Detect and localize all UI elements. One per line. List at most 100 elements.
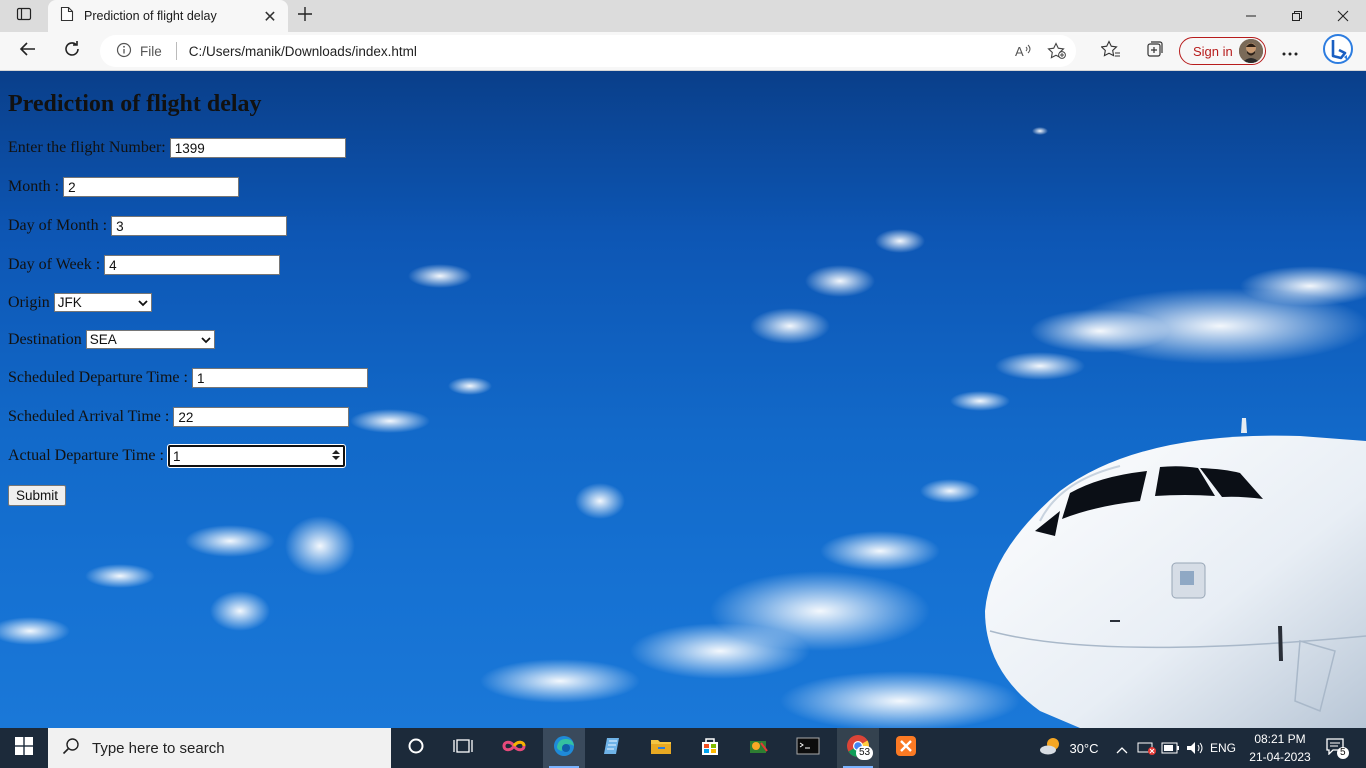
- clock-time: 08:21 PM: [1254, 732, 1306, 746]
- day-of-month-input[interactable]: 3: [111, 216, 288, 236]
- taskbar-app-store[interactable]: [690, 728, 730, 768]
- taskbar-app-edge[interactable]: [543, 728, 585, 768]
- taskbar-app-xampp[interactable]: [886, 728, 926, 768]
- read-aloud-icon[interactable]: A: [1008, 37, 1038, 65]
- scheduled-arrival-row: Scheduled Arrival Time : 22: [8, 407, 350, 427]
- flight-number-row: Enter the flight Number: 1399: [8, 138, 346, 158]
- flight-number-input[interactable]: 1399: [169, 138, 346, 158]
- notification-count: 5: [1337, 747, 1349, 759]
- game-app-icon: [747, 735, 771, 761]
- submit-button[interactable]: Submit: [8, 485, 67, 506]
- collections-button[interactable]: [1140, 37, 1170, 65]
- xampp-icon: [895, 735, 917, 761]
- task-view-button[interactable]: [443, 728, 483, 768]
- destination-label: Destination: [8, 330, 82, 348]
- day-of-week-row: Day of Week : 4: [8, 255, 281, 275]
- weather-widget[interactable]: 30°C: [1036, 728, 1102, 768]
- sign-in-button[interactable]: Sign in: [1179, 37, 1266, 65]
- terminal-icon: [796, 736, 820, 760]
- month-input[interactable]: 2: [63, 177, 240, 197]
- battery-icon[interactable]: [1159, 728, 1183, 768]
- actual-departure-label: Actual Departure Time :: [8, 447, 164, 464]
- taskbar-search[interactable]: Type here to search: [48, 728, 391, 768]
- scheduled-arrival-input[interactable]: 22: [173, 407, 350, 427]
- start-button[interactable]: [0, 728, 48, 768]
- origin-selected-value: JFK: [57, 295, 82, 310]
- taskbar-app-game[interactable]: [739, 728, 779, 768]
- collections-icon: [1146, 40, 1164, 62]
- close-icon[interactable]: ✕: [258, 4, 282, 28]
- network-icon[interactable]: [1135, 728, 1159, 768]
- chevron-down-icon: [201, 332, 211, 347]
- page-icon: [60, 6, 74, 26]
- window-close-button[interactable]: [1320, 0, 1366, 32]
- search-icon: [62, 737, 80, 759]
- window-close-icon: [1337, 7, 1349, 26]
- origin-select[interactable]: JFK: [53, 293, 152, 312]
- favorites-icon: [1100, 40, 1121, 62]
- taskbar-app-notepad[interactable]: [592, 728, 632, 768]
- actual-departure-value: 1: [172, 448, 181, 464]
- volume-icon[interactable]: [1183, 728, 1207, 768]
- favorites-button[interactable]: [1096, 37, 1126, 65]
- tab-title: Prediction of flight delay: [84, 9, 217, 23]
- taskbar-app-file-explorer[interactable]: [641, 728, 681, 768]
- back-button[interactable]: [13, 37, 43, 65]
- notification-center[interactable]: 5: [1320, 728, 1350, 768]
- origin-row: Origin JFK: [8, 293, 152, 312]
- destination-select[interactable]: SEA: [85, 330, 215, 349]
- scheduled-departure-input[interactable]: 1: [191, 368, 368, 388]
- month-row: Month : 2: [8, 177, 240, 197]
- infinity-app-icon: [501, 738, 527, 758]
- minimize-button[interactable]: [1228, 0, 1274, 32]
- notification-icon: 5: [1325, 737, 1349, 759]
- cortana-button[interactable]: [396, 728, 436, 768]
- svg-text:A: A: [1015, 44, 1024, 59]
- language-indicator[interactable]: ENG: [1208, 728, 1238, 768]
- site-info-button[interactable]: File: [116, 42, 162, 61]
- add-favorite-icon[interactable]: [1042, 37, 1072, 65]
- address-bar[interactable]: File C:/Users/manik/Downloads/index.html…: [100, 35, 1076, 67]
- sign-in-label: Sign in: [1193, 43, 1233, 59]
- taskbar-app-terminal[interactable]: [788, 728, 828, 768]
- windows-icon: [15, 737, 33, 759]
- taskbar-app-chrome[interactable]: 53: [837, 728, 879, 768]
- chevron-down-icon: [138, 295, 148, 310]
- new-tab-button[interactable]: [292, 4, 318, 28]
- restore-button[interactable]: [1274, 0, 1320, 32]
- spinner-arrows-icon[interactable]: [331, 449, 340, 464]
- chrome-badge: 53: [856, 746, 874, 760]
- day-of-week-label: Day of Week :: [8, 256, 101, 273]
- avatar: [1239, 39, 1263, 63]
- chevron-up-icon: [1116, 739, 1128, 758]
- refresh-button[interactable]: [57, 37, 87, 65]
- back-icon: [19, 40, 37, 62]
- tab-actions-icon: [16, 6, 32, 26]
- actual-departure-input[interactable]: 1: [166, 444, 346, 468]
- bing-icon: [1322, 33, 1354, 69]
- airplane-image: [985, 418, 1366, 728]
- taskbar-app-infinity[interactable]: [494, 728, 534, 768]
- refresh-icon: [63, 40, 81, 62]
- browser-tab[interactable]: Prediction of flight delay ✕: [48, 0, 288, 32]
- tab-actions-button[interactable]: [8, 4, 40, 28]
- bing-button[interactable]: [1320, 34, 1356, 68]
- origin-label: Origin: [8, 293, 50, 311]
- plus-icon: [297, 6, 313, 26]
- edge-icon: [552, 734, 576, 762]
- more-button[interactable]: [1275, 37, 1305, 65]
- page-title: Prediction of flight delay: [8, 91, 262, 117]
- show-hidden-icons[interactable]: [1112, 728, 1132, 768]
- file-label: File: [140, 43, 162, 59]
- clock[interactable]: 08:21 PM 21-04-2023: [1240, 730, 1320, 766]
- day-of-week-input[interactable]: 4: [104, 255, 281, 275]
- weather-temp: 30°C: [1069, 740, 1099, 756]
- url-text[interactable]: C:/Users/manik/Downloads/index.html: [189, 44, 1008, 59]
- address-separator: [175, 42, 177, 60]
- taskbar: Type here to search 53 30°C ENG 08:21 PM…: [0, 728, 1366, 768]
- search-placeholder: Type here to search: [92, 739, 225, 757]
- tab-strip: Prediction of flight delay ✕: [0, 0, 1366, 32]
- flight-number-label: Enter the flight Number:: [8, 139, 166, 156]
- store-icon: [699, 735, 721, 761]
- day-of-month-label: Day of Month :: [8, 217, 108, 234]
